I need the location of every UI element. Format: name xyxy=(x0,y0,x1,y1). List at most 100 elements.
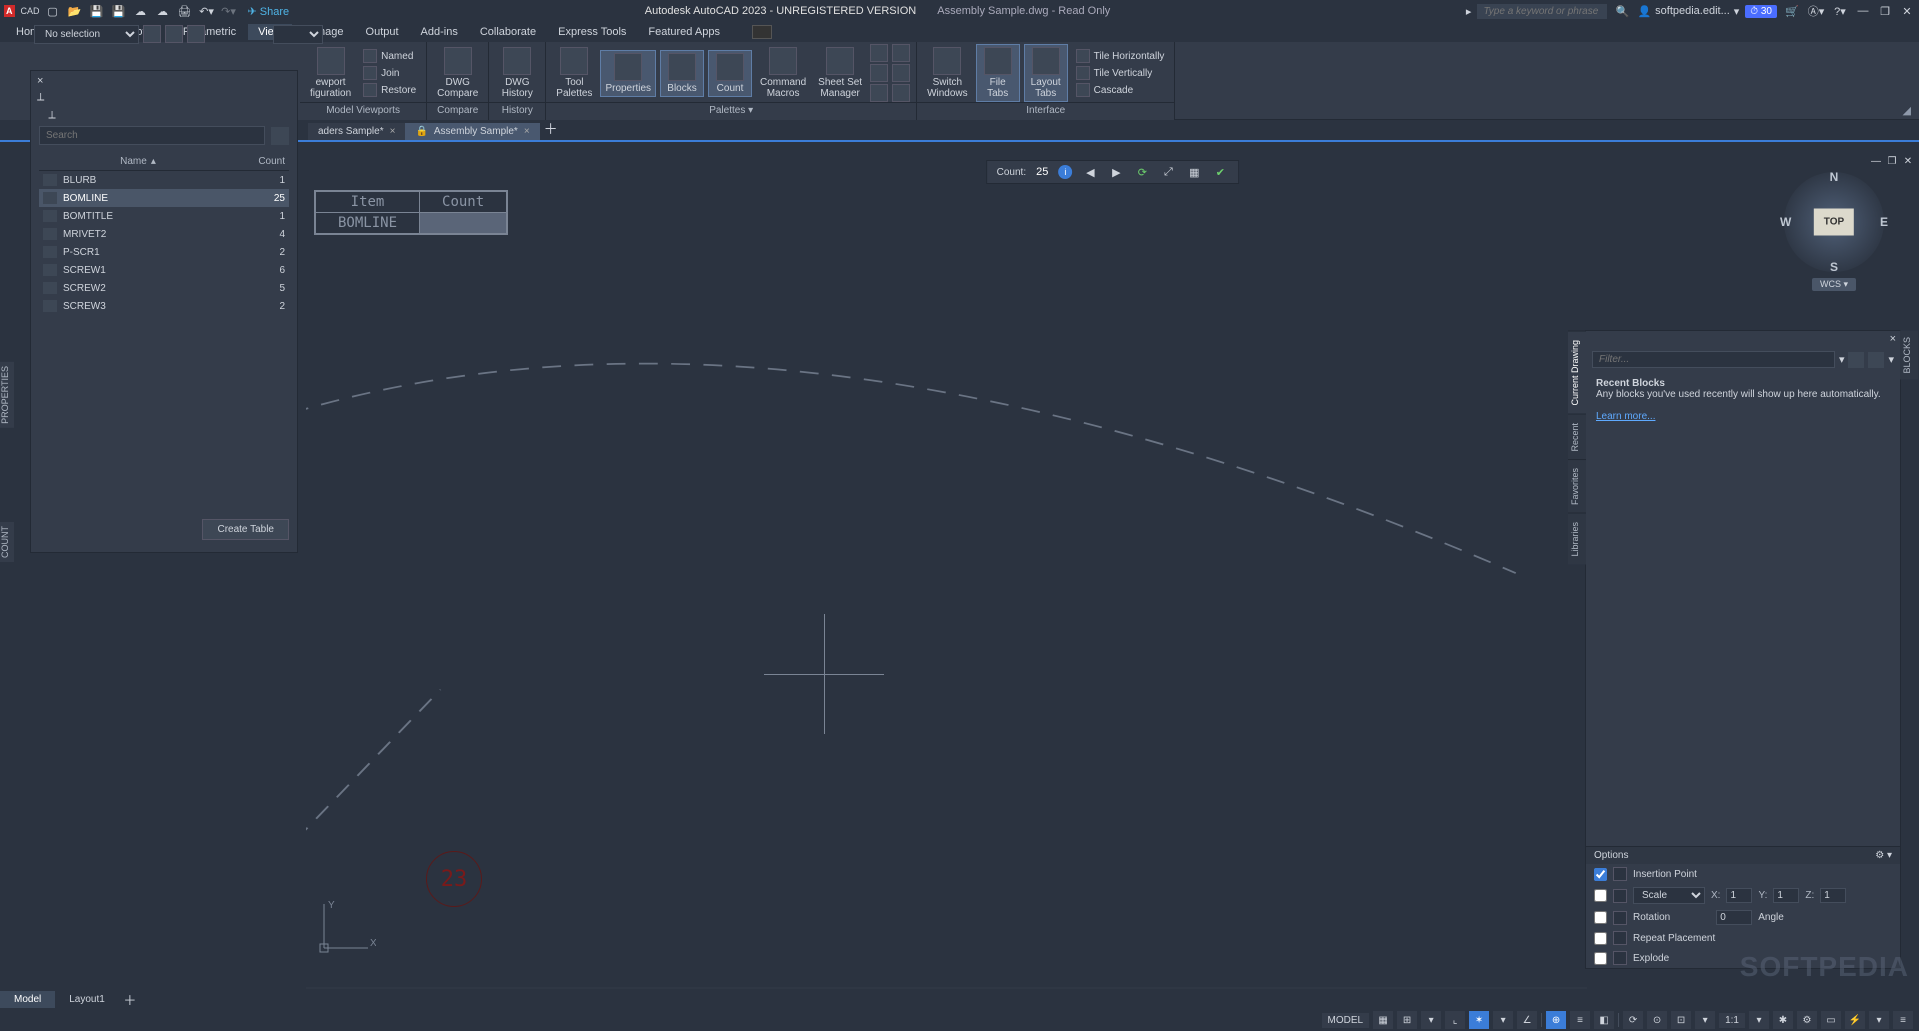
palette-misc4-icon[interactable] xyxy=(892,44,910,62)
sb-scale-dropdown-icon[interactable]: ▾ xyxy=(1749,1011,1769,1029)
command-macros-button[interactable]: Command Macros xyxy=(756,45,810,101)
count-row-screw1[interactable]: SCREW16 xyxy=(39,261,289,279)
properties-rail[interactable]: PROPERTIES xyxy=(0,362,14,428)
count-col-name[interactable]: Name ▴ xyxy=(43,156,233,167)
panel-interface[interactable]: Interface xyxy=(917,102,1174,118)
sb-polar-icon[interactable]: ✶ xyxy=(1469,1011,1489,1029)
insertion-point-checkbox[interactable] xyxy=(1594,868,1607,881)
count-row-blurb[interactable]: BLURB1 xyxy=(39,171,289,189)
menu-featuredapps[interactable]: Featured Apps xyxy=(638,24,730,40)
blocks-view-dropdown-icon[interactable]: ▾ xyxy=(1888,353,1894,366)
scale-x-input[interactable] xyxy=(1726,888,1752,903)
sb-lwt-icon[interactable]: ≡ xyxy=(1570,1011,1590,1029)
dwg-history-button[interactable]: DWG History xyxy=(495,45,539,101)
rotation-checkbox[interactable] xyxy=(1594,911,1607,924)
layer-dropdown[interactable] xyxy=(273,25,323,44)
palette-misc2-icon[interactable] xyxy=(870,64,888,82)
panel-palettes[interactable]: Palettes ▾ xyxy=(546,102,916,118)
blocks-tab-favorites[interactable]: Favorites xyxy=(1568,459,1586,513)
blocks-tab-recent[interactable]: Recent xyxy=(1568,414,1586,460)
app-logo-icon[interactable]: A xyxy=(4,5,15,17)
sb-selcyc-icon[interactable]: ⟳ xyxy=(1623,1011,1643,1029)
count-panel-close-icon[interactable]: × xyxy=(37,75,43,87)
cascade-button[interactable]: Cascade xyxy=(1072,82,1169,98)
trial-days-badge[interactable]: ⏱ 30 xyxy=(1745,5,1777,18)
menu-switch-icon[interactable] xyxy=(752,25,772,39)
count-row-screw2[interactable]: SCREW25 xyxy=(39,279,289,297)
menu-output[interactable]: Output xyxy=(356,24,409,40)
sb-osnap-icon[interactable]: ∠ xyxy=(1517,1011,1537,1029)
qp-tool1-icon[interactable] xyxy=(143,25,161,43)
layout-tab-layout1[interactable]: Layout1 xyxy=(55,991,119,1008)
qp-tool2-icon[interactable] xyxy=(165,25,183,43)
sheetset-button[interactable]: Sheet Set Manager xyxy=(814,45,866,101)
sb-scale-label[interactable]: 1:1 xyxy=(1719,1013,1745,1028)
palette-misc5-icon[interactable] xyxy=(892,64,910,82)
blocks-tab-current[interactable]: Current Drawing xyxy=(1568,331,1586,414)
sb-custom-icon[interactable]: ≡ xyxy=(1893,1011,1913,1029)
sb-infer-icon[interactable]: ▾ xyxy=(1421,1011,1441,1029)
file-tab-2-close-icon[interactable]: × xyxy=(524,126,530,137)
count-row-bomtitle[interactable]: BOMTITLE1 xyxy=(39,207,289,225)
sb-otrack-icon[interactable]: ⊕ xyxy=(1546,1011,1566,1029)
join-viewport-button[interactable]: Join xyxy=(359,65,420,81)
viewcube-top[interactable]: TOP xyxy=(1814,209,1854,236)
count-panel-pin-icon[interactable]: ⟂ xyxy=(37,91,44,122)
selection-dropdown[interactable]: No selection xyxy=(34,25,139,44)
scale-checkbox[interactable] xyxy=(1594,889,1607,902)
sb-annoscale-icon[interactable]: ✱ xyxy=(1773,1011,1793,1029)
viewcube-w[interactable]: W xyxy=(1780,215,1791,229)
menu-collaborate[interactable]: Collaborate xyxy=(470,24,546,40)
layout-tab-model[interactable]: Model xyxy=(0,991,55,1008)
blocks-rail[interactable]: BLOCKS xyxy=(1900,331,1918,380)
palette-misc3-icon[interactable] xyxy=(870,84,888,102)
count-search-input[interactable] xyxy=(39,126,265,145)
count-row-bomline[interactable]: BOMLINE25 xyxy=(39,189,289,207)
blocks-view2-icon[interactable] xyxy=(1868,352,1884,368)
tool-palettes-button[interactable]: Tool Palettes xyxy=(552,45,596,101)
viewcube-e[interactable]: E xyxy=(1880,215,1888,229)
named-viewport-button[interactable]: Named xyxy=(359,48,420,64)
help-icon[interactable]: ?▾ xyxy=(1831,2,1849,20)
sb-grid-icon[interactable]: ▦ xyxy=(1373,1011,1393,1029)
restore-icon[interactable]: ❐ xyxy=(1877,5,1893,18)
blocks-button[interactable]: Blocks xyxy=(660,50,704,97)
count-search-button-icon[interactable] xyxy=(271,127,289,145)
sb-hwaccel-icon[interactable]: ⚡ xyxy=(1845,1011,1865,1029)
palette-misc1-icon[interactable] xyxy=(870,44,888,62)
ribbon-collapse-icon[interactable]: ◢ xyxy=(1903,104,1911,117)
sb-iso-icon[interactable]: ▾ xyxy=(1493,1011,1513,1029)
blocks-tab-libraries[interactable]: Libraries xyxy=(1568,513,1586,565)
rotation-input[interactable] xyxy=(1716,910,1752,925)
sb-ortho-icon[interactable]: ⌞ xyxy=(1445,1011,1465,1029)
sb-qs-icon[interactable]: ▾ xyxy=(1695,1011,1715,1029)
tile-vertical-button[interactable]: Tile Vertically xyxy=(1072,65,1169,81)
cart-icon[interactable]: 🛒 xyxy=(1783,2,1801,20)
file-tab-1[interactable]: aders Sample*× xyxy=(308,123,405,140)
search-arrow-icon[interactable]: ▸ xyxy=(1466,5,1472,18)
help-search-input[interactable] xyxy=(1477,4,1607,19)
repeat-checkbox[interactable] xyxy=(1594,932,1607,945)
sb-model-label[interactable]: MODEL xyxy=(1322,1013,1370,1028)
sb-snap-icon[interactable]: ⊞ xyxy=(1397,1011,1417,1029)
close-icon[interactable]: ✕ xyxy=(1899,5,1915,18)
file-tabs-button[interactable]: File Tabs xyxy=(976,44,1020,102)
panel-history[interactable]: History xyxy=(489,102,545,118)
blocks-options-gear-icon[interactable]: ⚙ xyxy=(1875,850,1884,861)
sb-transparency-icon[interactable]: ◧ xyxy=(1594,1011,1614,1029)
count-panel-menu-icon[interactable]: ⟂ xyxy=(48,109,55,122)
count-col-count[interactable]: Count xyxy=(233,156,285,167)
viewport-config-button[interactable]: ewport figuration xyxy=(306,45,355,101)
dwg-compare-button[interactable]: DWG Compare xyxy=(433,45,482,101)
layout-add-button[interactable]: ＋ xyxy=(119,990,141,1009)
search-icon[interactable]: 🔍 xyxy=(1613,2,1631,20)
count-row-screw3[interactable]: SCREW32 xyxy=(39,297,289,315)
add-file-tab-button[interactable]: ＋ xyxy=(540,118,562,140)
user-account[interactable]: 👤 softpedia.edit... ▾ xyxy=(1637,5,1739,18)
a360-icon[interactable]: Ⓐ▾ xyxy=(1807,2,1825,20)
blocks-close-icon[interactable]: × xyxy=(1890,333,1896,345)
viewcube[interactable]: N S E W TOP WCS ▾ xyxy=(1779,172,1889,302)
viewcube-n[interactable]: N xyxy=(1830,170,1839,184)
scale-y-input[interactable] xyxy=(1773,888,1799,903)
menu-addins[interactable]: Add-ins xyxy=(411,24,468,40)
